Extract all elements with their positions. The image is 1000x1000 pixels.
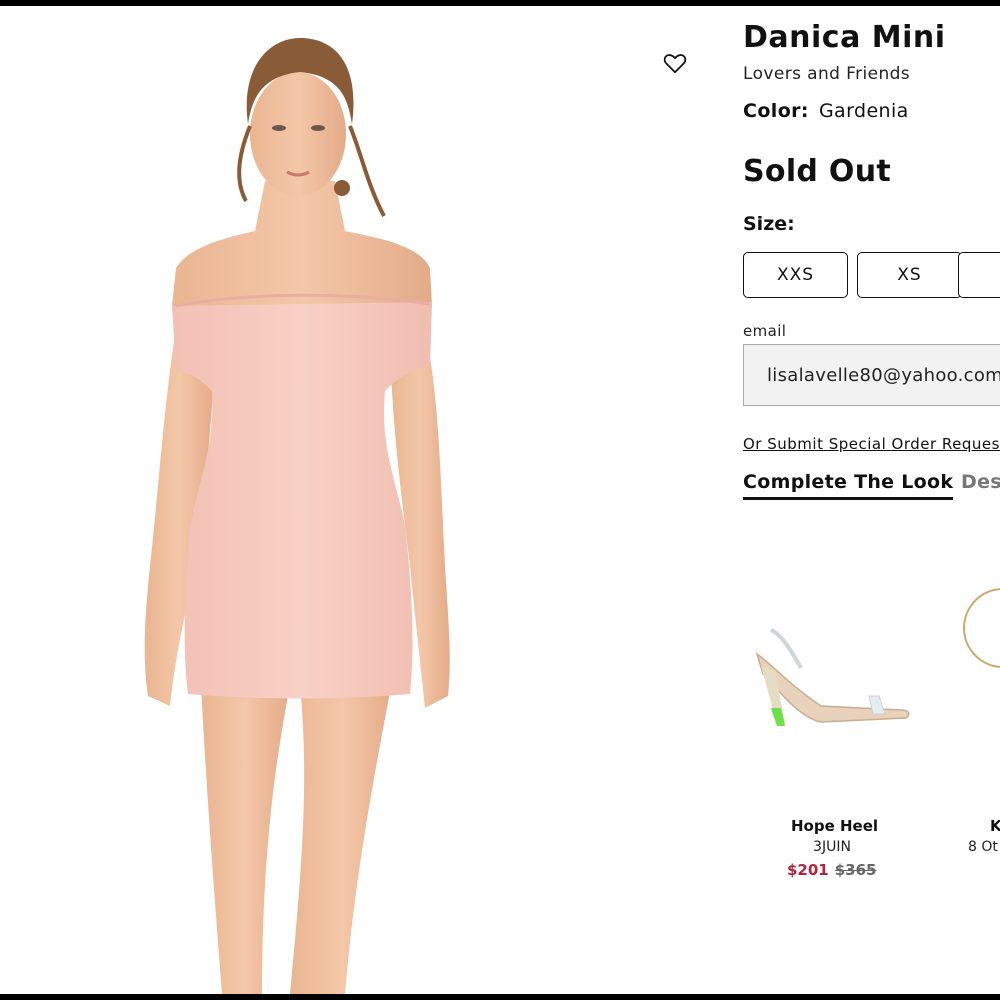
product-card-2-image[interactable]	[963, 588, 1000, 668]
size-button-xxs[interactable]: XXS	[743, 252, 848, 298]
special-order-link[interactable]: Or Submit Special Order Request	[743, 435, 1000, 453]
product-card-name[interactable]: Hope Heel	[791, 817, 878, 835]
hope-heel-image[interactable]	[751, 614, 921, 744]
size-label: Size:	[743, 213, 795, 235]
product-image[interactable]	[0, 6, 700, 994]
size-button-s[interactable]: S	[958, 252, 1000, 298]
original-price: $365	[834, 861, 877, 879]
email-label: email	[743, 322, 787, 340]
product-card-2-brand: 8 Ot	[968, 839, 998, 855]
product-card-price: $201 $365	[787, 861, 877, 879]
sale-price: $201	[787, 861, 829, 879]
color-row: Color: Gardenia	[743, 100, 909, 122]
size-button-xs[interactable]: XS	[857, 252, 962, 298]
model-illustration	[144, 38, 450, 994]
product-card-brand: 3JUIN	[813, 839, 851, 855]
email-field[interactable]	[743, 344, 1000, 406]
tab-complete-the-look[interactable]: Complete The Look	[743, 471, 954, 500]
stock-status: Sold Out	[743, 154, 892, 189]
heel-shoe-illustration	[755, 628, 910, 726]
favorite-heart-icon[interactable]	[662, 50, 688, 76]
product-title: Danica Mini	[743, 20, 946, 55]
color-label: Color:	[743, 100, 809, 122]
product-card-2-name[interactable]: K	[990, 817, 1000, 835]
color-value: Gardenia	[818, 100, 909, 122]
product-brand[interactable]: Lovers and Friends	[743, 64, 910, 84]
tab-description[interactable]: Description	[961, 471, 1000, 493]
product-page: Danica Mini Lovers and Friends Color: Gar…	[0, 6, 1000, 994]
